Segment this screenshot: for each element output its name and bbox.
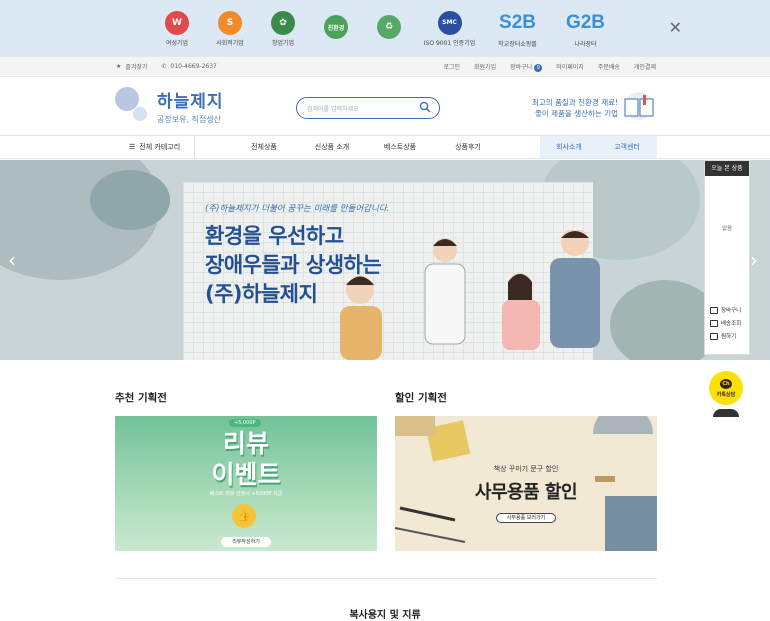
women-business-icon: W <box>165 10 189 35</box>
bookmark-icon: ★ <box>116 63 122 70</box>
brand-name: 하늘제지 <box>157 92 224 112</box>
sale-card-headline: 사무용품 할인 <box>474 482 578 503</box>
cert-social-enterprise: S 사회적기업 <box>208 10 253 47</box>
mypage-link[interactable]: 마이페이지 <box>556 62 584 71</box>
search-icon[interactable] <box>419 101 431 113</box>
side-wishlist-link[interactable]: 찜하기 <box>705 332 741 340</box>
kakao-channel-icon: Ch <box>720 378 732 389</box>
nav-all-products[interactable]: 전체상품 <box>230 142 298 152</box>
social-enterprise-icon: S <box>218 10 242 35</box>
header-slogan: 최고의 품질과 친환경 재료! 좋이 제품을 생산하는 기업 <box>531 98 618 118</box>
startup-icon: ✿ <box>271 10 295 35</box>
logo-mark-icon <box>115 87 155 125</box>
hero-next-arrow[interactable]: › <box>750 248 758 272</box>
iso-icon: SMC <box>437 10 462 35</box>
cert-iso: SMC ISO 9001 인증기업 <box>420 10 480 47</box>
cart-link[interactable]: 장바구니 0 <box>510 62 543 72</box>
search-placeholder: 검색어를 입력하세요 <box>307 105 359 113</box>
scroll-top-button[interactable] <box>713 409 739 417</box>
sale-section-title: 할인 기획전 <box>395 392 447 404</box>
thumbs-up-icon: 👍 <box>232 504 256 528</box>
heart-icon <box>710 332 718 340</box>
hero-prev-arrow[interactable]: ‹ <box>8 248 16 272</box>
brand-tagline: 공장보유, 직접생산 <box>157 115 221 124</box>
cert-eco: 친환경 <box>314 15 359 42</box>
open-book-icon <box>624 92 654 120</box>
review-event-card[interactable]: +5,000P 리뷰 이벤트 베스트 리뷰 선정시 +5000P 지급 👍 리뷰… <box>115 416 377 551</box>
phone-number: ✆ 010-4669-2637 <box>161 63 217 70</box>
cert-banner: W 여성기업 S 사회적기업 ✿ 창업기업 친환경 ♻ SMC ISO 9001… <box>0 0 770 57</box>
kakao-chat-button[interactable]: Ch 카톡상담 <box>709 371 743 405</box>
site-header: 하늘제지 공장보유, 직접생산 검색어를 입력하세요 최고의 품질과 친환경 재… <box>0 77 770 135</box>
nav-customer-center[interactable]: 고객센터 <box>598 142 656 152</box>
cert-recycle: ♻ <box>367 15 412 42</box>
cert-startup: ✿ 창업기업 <box>261 10 306 47</box>
recently-viewed-panel: 오늘 본 상품 없음 장바구니 배송조회 찜하기 <box>704 160 750 355</box>
recently-viewed-empty: 없음 <box>721 226 733 232</box>
decor-blob <box>90 170 170 230</box>
s2b-logo: S2B <box>499 11 536 33</box>
g2b-logo: G2B <box>565 11 606 33</box>
nav-company-intro[interactable]: 회사소개 <box>540 142 598 152</box>
side-cart-link[interactable]: 장바구니 <box>705 306 741 314</box>
signup-link[interactable]: 회원가입 <box>474 62 496 71</box>
cart-icon <box>710 306 718 314</box>
bookmark-link[interactable]: ★ 즐겨찾기 <box>116 62 147 71</box>
cert-s2b: S2B 학교장터쇼핑몰 <box>498 11 537 48</box>
hero-subtitle: (주)하늘제지가 더불어 꿈꾸는 미래를 만들어갑니다. <box>205 204 390 214</box>
cert-women-business: W 여성기업 <box>155 10 200 47</box>
utility-bar: ★ 즐겨찾기 ✆ 010-4669-2637 로그인 회원가입 장바구니 0 마이페이… <box>0 57 770 77</box>
write-review-button[interactable]: 리뷰작성하기 <box>221 537 271 547</box>
login-link[interactable]: 로그인 <box>443 62 460 71</box>
nav-reviews[interactable]: 상품후기 <box>434 142 502 152</box>
hamburger-icon: ☰ <box>129 143 136 151</box>
recently-viewed-title: 오늘 본 상품 <box>705 161 749 176</box>
main-nav: ☰ 전체 카테고리 전체상품 신상품 소개 베스트상품 상품후기 회사소개 고객센… <box>0 135 770 159</box>
points-badge: +5,000P <box>229 419 261 427</box>
view-office-supplies-button[interactable]: 사무용품 보러가기 <box>496 513 556 523</box>
order-tracking-link[interactable]: 주문배송 <box>598 62 620 71</box>
cert-g2b: G2B 나라장터 <box>565 11 606 48</box>
truck-icon <box>710 319 718 327</box>
recycle-icon: ♻ <box>377 15 401 39</box>
site-logo[interactable]: 하늘제지 공장보유, 직접생산 <box>115 87 224 125</box>
hero-banner[interactable]: (주)하늘제지가 더불어 꿈꾸는 미래를 만들어갑니다. 환경을 우선하고 장애… <box>0 160 770 360</box>
paper-section-title: 복사용지 및 지류 <box>349 610 421 621</box>
office-supplies-sale-card[interactable]: 책상 꾸미기 문구 할인 사무용품 할인 사무용품 보러가기 <box>395 416 657 551</box>
eco-mark-icon: 친환경 <box>324 15 348 39</box>
side-delivery-link[interactable]: 배송조회 <box>705 319 741 327</box>
close-icon[interactable]: ✕ <box>669 18 682 37</box>
phone-icon: ✆ <box>161 63 167 70</box>
review-event-desc: 베스트 리뷰 선정시 +5000P 지급 <box>209 491 283 497</box>
sale-card-tag: 책상 꾸미기 문구 할인 <box>493 465 559 473</box>
nav-new-products[interactable]: 신상품 소개 <box>298 142 366 152</box>
nav-best-products[interactable]: 베스트상품 <box>366 142 434 152</box>
hero-people-illustration <box>340 230 600 360</box>
section-divider <box>115 578 657 579</box>
review-event-headline: 리뷰 이벤트 <box>211 429 281 489</box>
personal-payment-link[interactable]: 개인결제 <box>634 62 656 71</box>
cart-count-badge: 0 <box>534 63 543 72</box>
recommend-section-title: 추천 기획전 <box>115 392 167 404</box>
all-categories-button[interactable]: ☰ 전체 카테고리 <box>115 136 195 158</box>
search-input[interactable]: 검색어를 입력하세요 <box>296 97 440 119</box>
